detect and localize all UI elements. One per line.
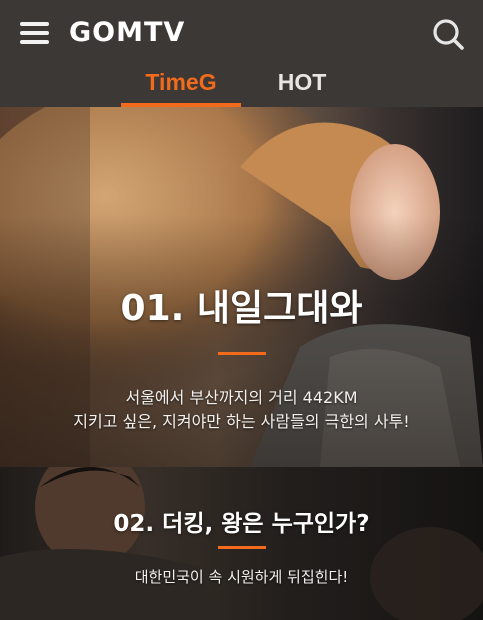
card-1-description: 서울에서 부산까지의 거리 442KM 지키고 싶은, 지켜야만 하는 사람들의… bbox=[0, 386, 483, 434]
card-2-divider bbox=[217, 546, 266, 549]
card-1-title: 01. 내일그대와 bbox=[120, 288, 363, 329]
tab-timeg-label: TimeG bbox=[145, 69, 217, 95]
tab-timeg[interactable]: TimeG bbox=[121, 62, 241, 114]
feature-card-1[interactable]: 01. 내일그대와 서울에서 부산까지의 거리 442KM 지키고 싶은, 지켜… bbox=[0, 107, 483, 467]
card-2-overlay bbox=[0, 467, 483, 620]
card-2-desc-line1: 대한민국이 속 시원하게 뒤집힌다! bbox=[134, 568, 349, 586]
tab-bar: TimeG HOT bbox=[0, 62, 483, 114]
card-2-description: 대한민국이 속 시원하게 뒤집힌다! bbox=[0, 565, 483, 589]
tab-hot[interactable]: HOT bbox=[262, 62, 342, 107]
card-1-divider bbox=[217, 352, 266, 355]
gomtv-logo[interactable]: GOMTV bbox=[69, 15, 185, 51]
card-1-desc-line1: 서울에서 부산까지의 거리 442KM bbox=[125, 388, 358, 407]
card-2-title: 02. 더킹, 왕은 누구인가? bbox=[113, 511, 370, 537]
tab-hot-label: HOT bbox=[277, 69, 327, 95]
feature-card-2[interactable]: 02. 더킹, 왕은 누구인가? 대한민국이 속 시원하게 뒤집힌다! bbox=[0, 467, 483, 620]
hamburger-menu-icon[interactable] bbox=[20, 19, 50, 47]
app-header: GOMTV TimeG HOT bbox=[0, 0, 483, 114]
search-icon[interactable] bbox=[432, 18, 466, 50]
card-1-desc-line2: 지키고 싶은, 지켜야만 하는 사람들의 극한의 사투! bbox=[73, 412, 410, 431]
